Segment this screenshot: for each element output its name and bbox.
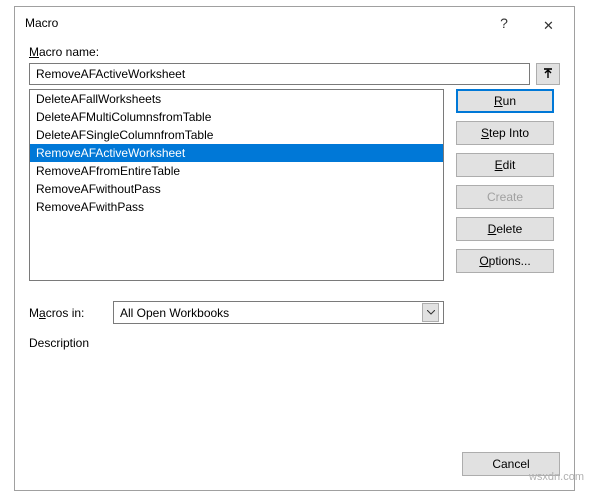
macros-in-label: Macros in: xyxy=(29,306,101,320)
list-item[interactable]: RemoveAFwithoutPass xyxy=(30,180,443,198)
macro-name-label: Macro name: xyxy=(29,45,560,59)
list-item[interactable]: RemoveAFwithPass xyxy=(30,198,443,216)
list-item[interactable]: RemoveAFfromEntireTable xyxy=(30,162,443,180)
description-label: Description xyxy=(29,336,444,350)
macro-name-input[interactable] xyxy=(29,63,530,85)
combo-dropdown-button[interactable] xyxy=(422,303,439,322)
close-button[interactable] xyxy=(526,9,570,37)
create-button: Create xyxy=(456,185,554,209)
chevron-down-icon xyxy=(427,310,435,315)
edit-button[interactable]: Edit xyxy=(456,153,554,177)
macro-listbox[interactable]: DeleteAFallWorksheets DeleteAFMultiColum… xyxy=(29,89,444,281)
right-column: Run Step Into Edit Create Delete Options… xyxy=(456,89,554,350)
list-item[interactable]: RemoveAFActiveWorksheet xyxy=(30,144,443,162)
dialog-content: Macro name: DeleteAFallWorksheets Delete… xyxy=(15,39,574,490)
arrow-up-icon xyxy=(542,68,554,80)
help-button[interactable]: ? xyxy=(482,9,526,37)
list-item[interactable]: DeleteAFMultiColumnsfromTable xyxy=(30,108,443,126)
watermark: wsxdn.com xyxy=(529,471,584,483)
close-icon xyxy=(543,18,553,28)
list-item[interactable]: DeleteAFallWorksheets xyxy=(30,90,443,108)
left-column: DeleteAFallWorksheets DeleteAFMultiColum… xyxy=(29,89,444,350)
combo-selected-text: All Open Workbooks xyxy=(120,306,422,320)
macros-in-combo[interactable]: All Open Workbooks xyxy=(113,301,444,324)
run-button[interactable]: Run xyxy=(456,89,554,113)
macros-in-row: Macros in: All Open Workbooks xyxy=(29,301,444,324)
macro-dialog: Macro ? Macro name: xyxy=(14,6,575,491)
list-item[interactable]: DeleteAFSingleColumnfromTable xyxy=(30,126,443,144)
dialog-title: Macro xyxy=(25,16,482,30)
question-icon: ? xyxy=(500,15,508,31)
step-into-button[interactable]: Step Into xyxy=(456,121,554,145)
name-input-row xyxy=(29,63,560,85)
titlebar: Macro ? xyxy=(15,7,574,39)
options-button[interactable]: Options... xyxy=(456,249,554,273)
reference-button[interactable] xyxy=(536,63,560,85)
delete-button[interactable]: Delete xyxy=(456,217,554,241)
main-content-row: DeleteAFallWorksheets DeleteAFMultiColum… xyxy=(29,89,560,350)
